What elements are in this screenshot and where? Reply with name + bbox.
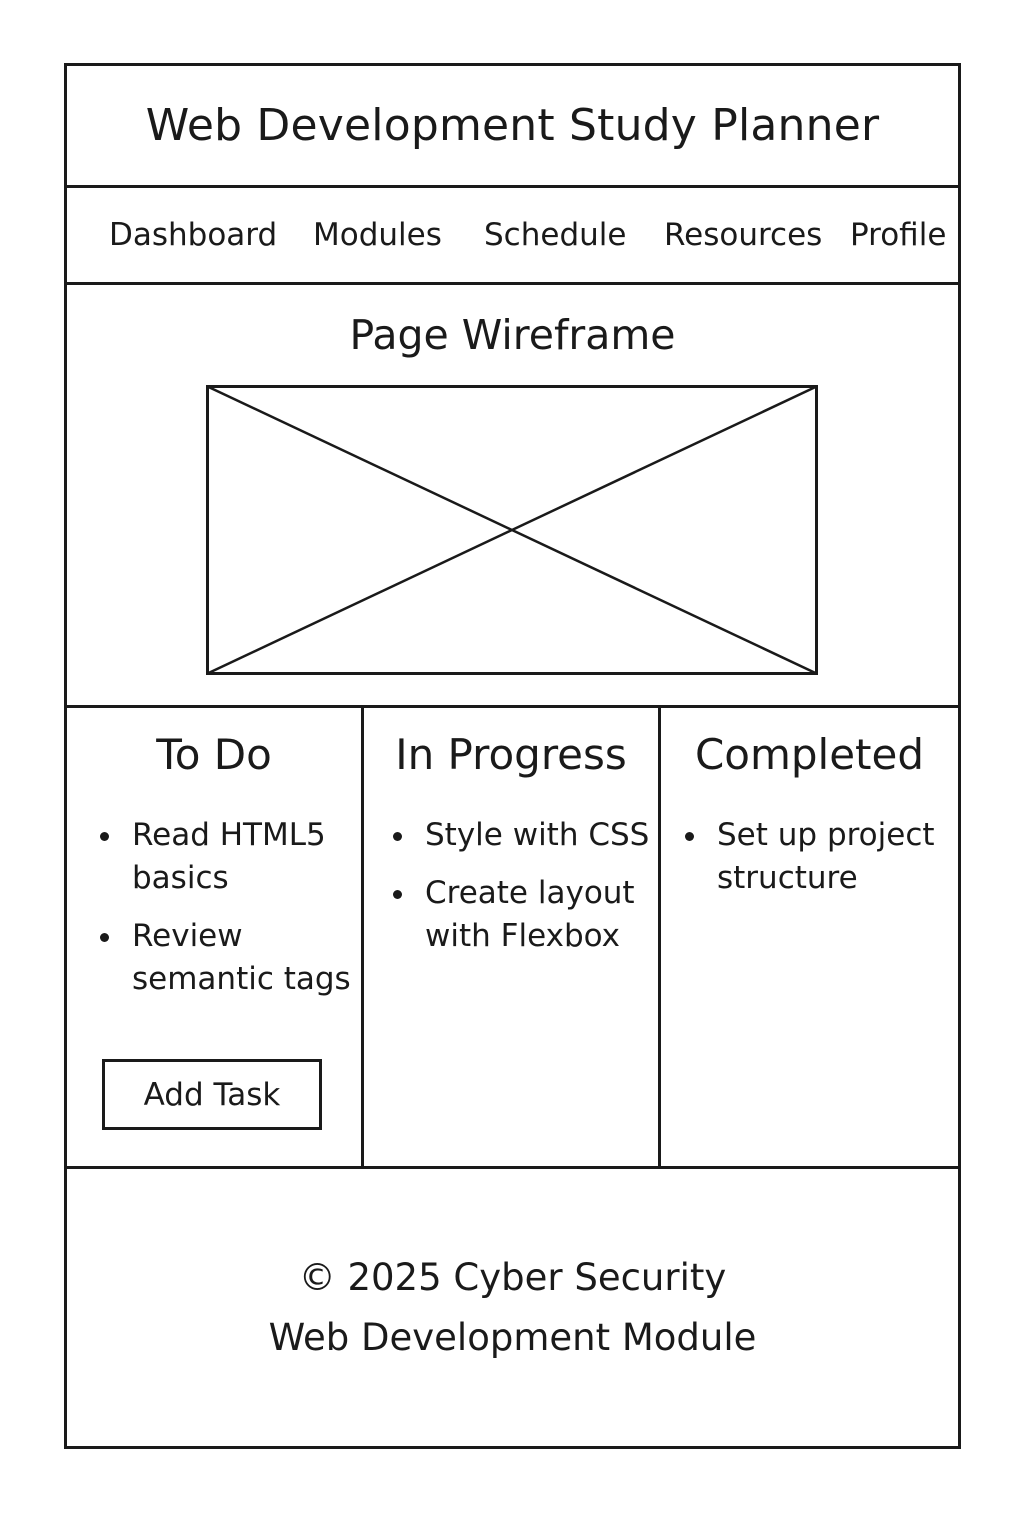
- task-text-line1: Style with CSS: [425, 817, 650, 853]
- wireframe-title: Page Wireframe: [349, 311, 676, 359]
- task-text-line1: Create layout: [425, 875, 635, 911]
- wireframe-section: Page Wireframe: [67, 285, 958, 708]
- column-completed: Completed Set up project structure: [661, 708, 958, 1166]
- task-board: To Do Read HTML5 basics Review semantic …: [67, 708, 958, 1169]
- task-text-line2: basics: [132, 860, 229, 896]
- bullet-icon: [685, 832, 694, 841]
- column-in-progress: In Progress Style with CSS Create layout…: [364, 708, 658, 1166]
- footer-copyright: © 2025 Cyber Security: [298, 1255, 727, 1299]
- image-placeholder-icon: [206, 385, 818, 675]
- task-item[interactable]: Set up project structure: [685, 814, 935, 900]
- app-header: Web Development Study Planner: [67, 66, 958, 188]
- column-title-in-progress: In Progress: [395, 730, 627, 779]
- footer-module-name: Web Development Module: [268, 1315, 757, 1359]
- task-text-line1: Review: [132, 918, 243, 954]
- task-text-line2: semantic tags: [132, 961, 351, 997]
- task-item[interactable]: Create layout with Flexbox: [393, 872, 649, 958]
- task-text-line1: Set up project: [717, 817, 935, 853]
- task-item[interactable]: Read HTML5 basics: [100, 814, 351, 900]
- main-nav: Dashboard Modules Schedule Resources Pro…: [67, 188, 958, 285]
- column-title-todo: To Do: [156, 730, 272, 779]
- task-item[interactable]: Review semantic tags: [100, 915, 351, 1001]
- task-list-completed: Set up project structure: [685, 814, 935, 915]
- column-todo: To Do Read HTML5 basics Review semantic …: [67, 708, 361, 1166]
- task-list-in-progress: Style with CSS Create layout with Flexbo…: [393, 814, 649, 973]
- task-text-line1: Read HTML5: [132, 817, 326, 853]
- nav-item-dashboard[interactable]: Dashboard: [109, 188, 277, 282]
- bullet-icon: [100, 933, 109, 942]
- bullet-icon: [100, 832, 109, 841]
- page-footer: © 2025 Cyber Security Web Development Mo…: [67, 1169, 958, 1446]
- app-title: Web Development Study Planner: [145, 100, 880, 151]
- bullet-icon: [393, 890, 402, 899]
- add-task-button[interactable]: Add Task: [102, 1059, 322, 1130]
- column-title-completed: Completed: [694, 730, 925, 779]
- nav-item-modules[interactable]: Modules: [313, 188, 442, 282]
- task-list-todo: Read HTML5 basics Review semantic tags: [100, 814, 351, 1016]
- task-text-line2: structure: [717, 860, 858, 896]
- task-item[interactable]: Style with CSS: [393, 814, 649, 857]
- page-frame: Web Development Study Planner Dashboard …: [64, 63, 961, 1449]
- nav-item-schedule[interactable]: Schedule: [484, 188, 626, 282]
- bullet-icon: [393, 832, 402, 841]
- task-text-line2: with Flexbox: [425, 918, 620, 954]
- nav-item-resources[interactable]: Resources: [664, 188, 822, 282]
- nav-item-profile[interactable]: Profile: [850, 188, 946, 282]
